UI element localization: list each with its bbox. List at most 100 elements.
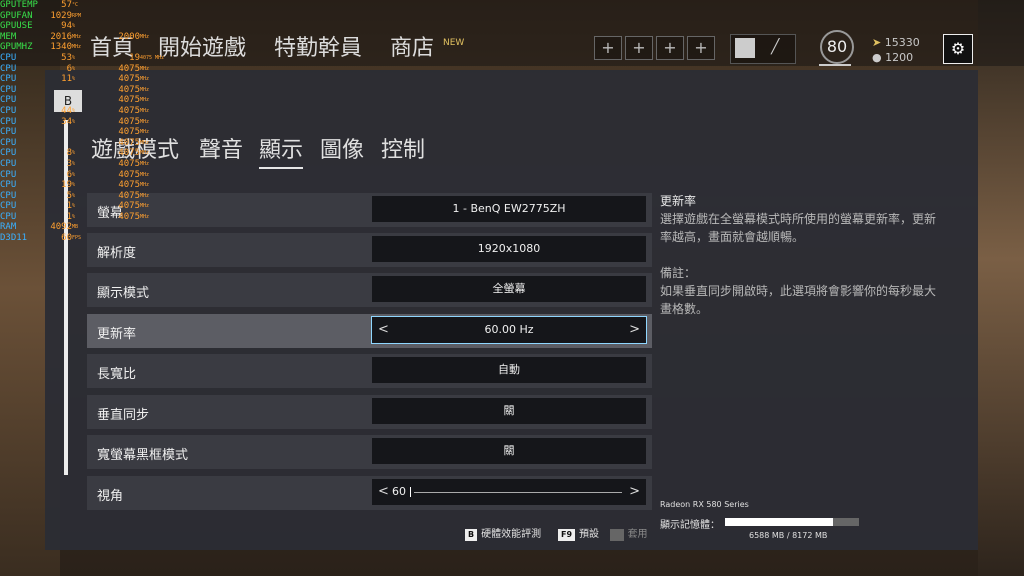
overlay-label: D3D11 [0, 233, 28, 244]
overlay-label: CPU [0, 95, 17, 106]
gpu-name: Radeon RX 580 Series [660, 500, 749, 509]
overlay-unit-2: MHz [140, 139, 150, 146]
description-note-title: 備註： [660, 266, 697, 280]
setting-value-vsync[interactable]: 關 [372, 398, 646, 424]
setting-value-monitor[interactable]: 1 - BenQ EW2775ZH [372, 196, 646, 222]
setting-row-resolution[interactable]: 解析度 1920x1080 [87, 233, 652, 267]
overlay-unit-2: MHz [140, 97, 150, 104]
setting-row-vsync[interactable]: 垂直同步 關 [87, 395, 652, 429]
nav-tab-store[interactable]: 商店 [390, 30, 434, 62]
overlay-unit [72, 95, 84, 106]
setting-value-refresh-rate[interactable]: < 60.00 Hz > [371, 316, 647, 359]
apply-button[interactable]: ■ 套用 [610, 525, 648, 541]
benchmark-key: B [465, 529, 478, 541]
setting-label: 寬螢幕黑框模式 [97, 448, 189, 463]
overlay-label: MEM [0, 31, 17, 42]
fov-slider[interactable]: < 60 > [372, 479, 646, 505]
overlay-unit-2: MHz [140, 76, 150, 83]
overlay-value [46, 85, 72, 96]
overlay-value-2 [84, 21, 140, 32]
setting-row-display-mode[interactable]: 顯示模式 全螢幕 [87, 273, 652, 307]
setting-value-display-mode[interactable]: 全螢幕 [372, 276, 646, 302]
overlay-row: CPU 4075 MHz [0, 95, 164, 106]
overlay-value-2 [84, 222, 140, 233]
overlay-unit-2: MHz [140, 86, 150, 93]
setting-row-refresh-rate[interactable]: 更新率 < 60.00 Hz > [87, 314, 652, 359]
overlay-value-2: 4075 [118, 158, 140, 169]
renown-amount: 15330 [884, 36, 920, 49]
credits-icon: ● [872, 51, 882, 64]
chevron-right-icon[interactable]: > [629, 317, 640, 343]
overlay-unit-2: MHz [140, 150, 150, 157]
player-level-badge[interactable]: 80 [820, 30, 854, 64]
setting-value-letterbox[interactable]: 關 [372, 438, 646, 464]
overlay-label: GPUMHZ [0, 42, 33, 53]
overlay-label: RAM [0, 222, 17, 233]
overlay-row: CPU 3% 4075 MHz [0, 159, 164, 170]
renown-currency: ➤ 15330 [872, 36, 920, 49]
overlay-unit [72, 85, 84, 96]
settings-gear-button[interactable]: ⚙ [943, 34, 973, 64]
squad-slot-3[interactable]: + [656, 36, 684, 60]
overlay-unit: °C [72, 2, 79, 8]
overlay-value: 1340 [50, 42, 72, 53]
player-card[interactable]: ╱ [730, 34, 796, 64]
overlay-unit: % [72, 65, 76, 72]
squad-slot-2[interactable]: + [625, 36, 653, 60]
overlay-value: 53 [61, 52, 72, 63]
tab-controls[interactable]: 控制 [381, 132, 425, 164]
setting-value-resolution[interactable]: 1920x1080 [372, 236, 646, 262]
chevron-left-icon[interactable]: < [378, 479, 389, 505]
overlay-value: 34 [61, 116, 72, 127]
overlay-unit [72, 138, 84, 149]
tab-audio[interactable]: 聲音 [199, 132, 243, 164]
chevron-right-icon[interactable]: > [629, 479, 640, 505]
overlay-row: GPUMHZ 1340 MHz [0, 42, 164, 53]
overlay-unit-2: MHz [140, 65, 150, 72]
setting-row-letterbox[interactable]: 寬螢幕黑框模式 關 [87, 435, 652, 469]
overlay-value: 94 [61, 21, 72, 32]
overlay-unit-2: MHz [140, 129, 150, 136]
overlay-label: CPU [0, 137, 17, 148]
default-button[interactable]: F9 預設 [558, 525, 599, 541]
overlay-value-2: 4075 [118, 74, 140, 85]
overlay-value: 6 [66, 169, 72, 180]
vram-usage-fill [725, 518, 833, 526]
overlay-row: CPU 4075 MHz [0, 85, 164, 96]
overlay-row: CPU 4075 MHz [0, 138, 164, 149]
nav-tab-play[interactable]: 開始遊戲 [158, 30, 246, 62]
chevron-left-icon[interactable]: < [378, 317, 389, 343]
tab-graphics[interactable]: 圖像 [320, 132, 364, 164]
setting-value-aspect-ratio[interactable]: 自動 [372, 357, 646, 383]
overlay-unit: MHz [72, 44, 82, 51]
overlay-value-2 [84, 42, 140, 53]
setting-row-monitor[interactable]: 螢幕 1 - BenQ EW2775ZH [87, 193, 652, 227]
benchmark-button[interactable]: B 硬體效能評測 [465, 525, 541, 541]
squad-slot-4[interactable]: + [687, 36, 715, 60]
overlay-unit: FPS [72, 235, 82, 242]
setting-row-aspect-ratio[interactable]: 長寬比 自動 [87, 354, 652, 388]
setting-label: 長寬比 [97, 367, 137, 382]
squad-slot-1[interactable]: + [594, 36, 622, 60]
overlay-value: 1029 [50, 10, 72, 21]
benchmark-label: 硬體效能評測 [481, 529, 542, 540]
overlay-row: D3D11 60 FPS [0, 233, 164, 244]
overlay-unit-2: MHz [140, 33, 150, 40]
overlay-value: 44 [61, 105, 72, 116]
tab-display[interactable]: 顯示 [259, 132, 304, 169]
overlay-value-2: 4075 [118, 148, 140, 159]
nav-tab-operators[interactable]: 特勤幹員 [274, 30, 362, 62]
slider-track[interactable] [414, 492, 622, 493]
overlay-unit: % [72, 118, 76, 125]
overlay-value-2: 4075 [118, 201, 140, 212]
overlay-value-2: 4075 [118, 180, 140, 191]
default-label: 預設 [579, 529, 600, 540]
overlay-value-2: 2000 [118, 31, 140, 42]
fov-value: 60 [392, 485, 406, 498]
setting-row-fov[interactable]: 視角 < 60 > [87, 476, 652, 510]
overlay-label: CPU [0, 116, 17, 127]
slider-handle[interactable] [410, 487, 411, 497]
overlay-unit: MB [72, 224, 79, 231]
overlay-row: CPU 53% 19 4075 MHz [0, 53, 164, 64]
overlay-value-2 [84, 11, 140, 22]
